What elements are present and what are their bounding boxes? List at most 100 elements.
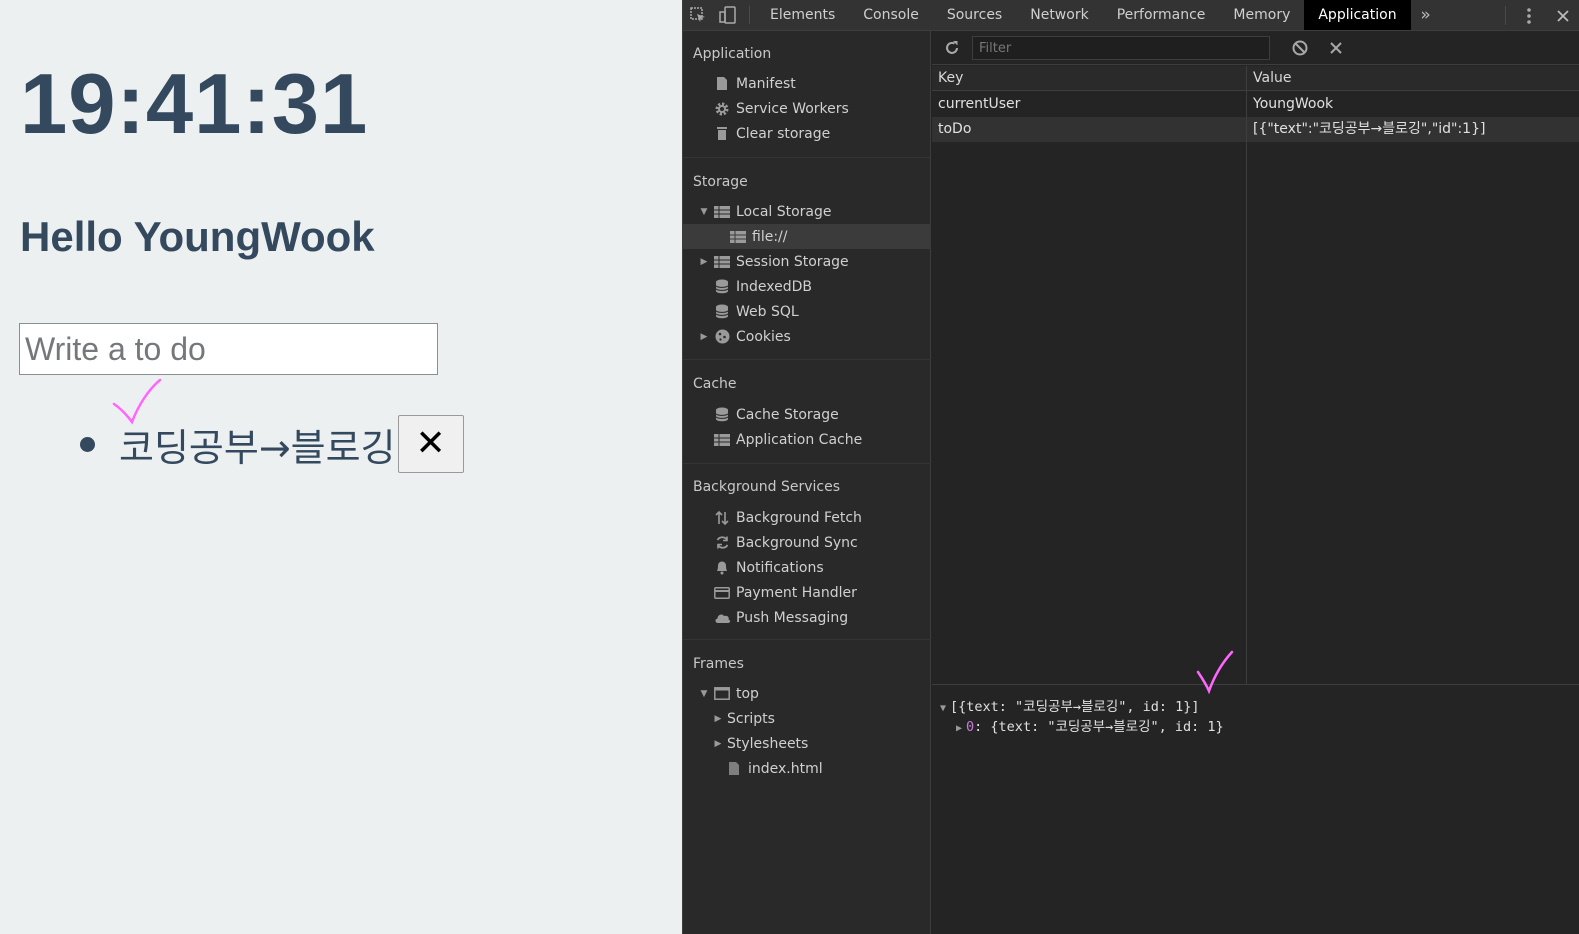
section-title-background-services: Background Services <box>693 479 841 495</box>
cookie-icon <box>713 329 731 345</box>
tab-performance[interactable]: Performance <box>1103 0 1220 30</box>
preview-item-index: 0 <box>966 719 975 735</box>
collapsed-triangle-icon[interactable]: ▶ <box>699 257 709 267</box>
todo-item: 코딩공부→블로깅 ✕ <box>80 414 464 474</box>
todo-app: 19:41:31 Hello YoungWook 코딩공부→블로깅 ✕ <box>0 0 682 934</box>
collapsed-triangle-icon[interactable]: ▶ <box>699 332 709 342</box>
sidebar-item-index-html[interactable]: index.html <box>683 756 931 781</box>
sidebar-item-label: index.html <box>748 760 823 777</box>
sync-icon <box>713 535 731 551</box>
local-storage-table: Key Value currentUser YoungWook toDo [{"… <box>932 66 1579 685</box>
filter-input[interactable] <box>972 36 1270 60</box>
sidebar-item-local-storage[interactable]: ▼ Local Storage <box>683 199 931 224</box>
application-sidebar: Application Manifest Service Workers Cle… <box>683 31 931 934</box>
devtools-panel: Elements Console Sources Network Perform… <box>682 0 1579 934</box>
sidebar-item-web-sql[interactable]: Web SQL <box>683 299 931 324</box>
tab-application[interactable]: Application <box>1304 0 1411 30</box>
expanded-triangle-icon[interactable]: ▼ <box>940 703 946 714</box>
table-cell-key[interactable]: currentUser <box>932 92 1246 117</box>
preview-array-text: [{text: "코딩공부→블로깅", id: 1}] <box>950 699 1200 715</box>
todo-list: 코딩공부→블로깅 ✕ <box>80 414 464 474</box>
sidebar-item-cookies[interactable]: ▶ Cookies <box>683 324 931 349</box>
sidebar-item-label: IndexedDB <box>736 278 812 295</box>
sidebar-item-frame-top[interactable]: ▼ top <box>683 681 931 706</box>
expanded-triangle-icon[interactable]: ▼ <box>699 207 709 217</box>
sidebar-item-label: Manifest <box>736 75 796 92</box>
sidebar-item-service-workers[interactable]: Service Workers <box>683 96 931 121</box>
delete-todo-button[interactable]: ✕ <box>397 415 464 473</box>
column-header-key[interactable]: Key <box>932 66 1246 91</box>
up-down-arrows-icon <box>713 510 731 526</box>
frame-icon <box>713 686 731 702</box>
grid-icon <box>713 432 731 448</box>
grid-icon <box>713 204 731 220</box>
section-divider <box>683 463 931 464</box>
todo-input[interactable] <box>19 323 438 375</box>
sidebar-item-application-cache[interactable]: Application Cache <box>683 427 931 452</box>
todo-text: 코딩공부→블로깅 <box>119 425 396 470</box>
section-title-storage: Storage <box>693 174 748 190</box>
device-toolbar-icon[interactable] <box>713 0 743 30</box>
sidebar-item-label: Payment Handler <box>736 584 857 601</box>
sidebar-item-push-messaging[interactable]: Push Messaging <box>683 605 931 630</box>
sidebar-item-label: top <box>736 685 759 702</box>
collapsed-triangle-icon[interactable]: ▶ <box>713 739 723 749</box>
clear-all-icon[interactable] <box>1290 38 1310 58</box>
collapsed-triangle-icon[interactable]: ▶ <box>713 714 723 724</box>
sidebar-item-label: file:// <box>752 228 788 245</box>
sidebar-item-label: Local Storage <box>736 203 832 220</box>
collapsed-triangle-icon[interactable]: ▶ <box>956 723 962 734</box>
sidebar-item-session-storage[interactable]: ▶ Session Storage <box>683 249 931 274</box>
database-icon <box>713 304 731 320</box>
preview-item-line[interactable]: ▶ 0: {text: "코딩공부→블로깅", id: 1} <box>956 715 1224 735</box>
sidebar-item-notifications[interactable]: Notifications <box>683 555 931 580</box>
sidebar-item-indexeddb[interactable]: IndexedDB <box>683 274 931 299</box>
section-title-cache: Cache <box>693 376 737 392</box>
sidebar-item-label: Session Storage <box>736 253 849 270</box>
refresh-icon[interactable] <box>942 38 962 58</box>
toolbar-divider <box>1505 6 1506 25</box>
sidebar-item-scripts[interactable]: ▶ Scripts <box>683 706 931 731</box>
tab-console[interactable]: Console <box>849 0 933 30</box>
tab-elements[interactable]: Elements <box>756 0 849 30</box>
sidebar-item-background-sync[interactable]: Background Sync <box>683 530 931 555</box>
sidebar-item-file-origin[interactable]: file:// <box>683 224 931 249</box>
tab-network[interactable]: Network <box>1016 0 1102 30</box>
sidebar-item-background-fetch[interactable]: Background Fetch <box>683 505 931 530</box>
sidebar-item-label: Cache Storage <box>736 406 839 423</box>
database-icon <box>713 407 731 423</box>
inspect-element-icon[interactable] <box>683 0 713 30</box>
preview-array-line[interactable]: ▼ [{text: "코딩공부→블로깅", id: 1}] <box>940 695 1200 715</box>
kebab-menu-icon[interactable] <box>1512 7 1546 25</box>
tab-memory[interactable]: Memory <box>1219 0 1304 30</box>
section-divider <box>683 359 931 360</box>
preview-item-text: : {text: "코딩공부→블로깅", id: 1} <box>974 719 1224 735</box>
column-divider[interactable] <box>1246 66 1247 685</box>
delete-selected-icon[interactable] <box>1326 38 1346 58</box>
sidebar-item-payment-handler[interactable]: Payment Handler <box>683 580 931 605</box>
devtools-toolbar: Elements Console Sources Network Perform… <box>683 0 1579 31</box>
database-icon <box>713 279 731 295</box>
table-cell-key[interactable]: toDo <box>932 117 1246 142</box>
expanded-triangle-icon[interactable]: ▼ <box>699 689 709 699</box>
close-devtools-icon[interactable] <box>1546 9 1579 23</box>
sidebar-item-label: Web SQL <box>736 303 799 320</box>
more-tabs-icon[interactable]: » <box>1411 0 1441 30</box>
credit-card-icon <box>713 585 731 601</box>
section-title-frames: Frames <box>693 656 744 672</box>
sidebar-item-label: Push Messaging <box>736 609 849 626</box>
sidebar-item-stylesheets[interactable]: ▶ Stylesheets <box>683 731 931 756</box>
sidebar-item-label: Application Cache <box>736 431 863 448</box>
clock-display: 19:41:31 <box>20 57 369 152</box>
sidebar-item-cache-storage[interactable]: Cache Storage <box>683 402 931 427</box>
grid-icon <box>713 254 731 270</box>
table-cell-value[interactable]: YoungWook <box>1247 92 1579 117</box>
table-cell-value[interactable]: [{"text":"코딩공부→블로깅","id":1}] <box>1247 117 1579 142</box>
sidebar-item-label: Background Sync <box>736 534 858 551</box>
sidebar-item-clear-storage[interactable]: Clear storage <box>683 121 931 146</box>
sidebar-item-manifest[interactable]: Manifest <box>683 71 931 96</box>
tab-sources[interactable]: Sources <box>933 0 1016 30</box>
section-divider <box>683 157 931 158</box>
column-header-value[interactable]: Value <box>1247 66 1579 91</box>
value-preview-pane: ▼ [{text: "코딩공부→블로깅", id: 1}] ▶ 0: {text: … <box>932 686 1579 934</box>
